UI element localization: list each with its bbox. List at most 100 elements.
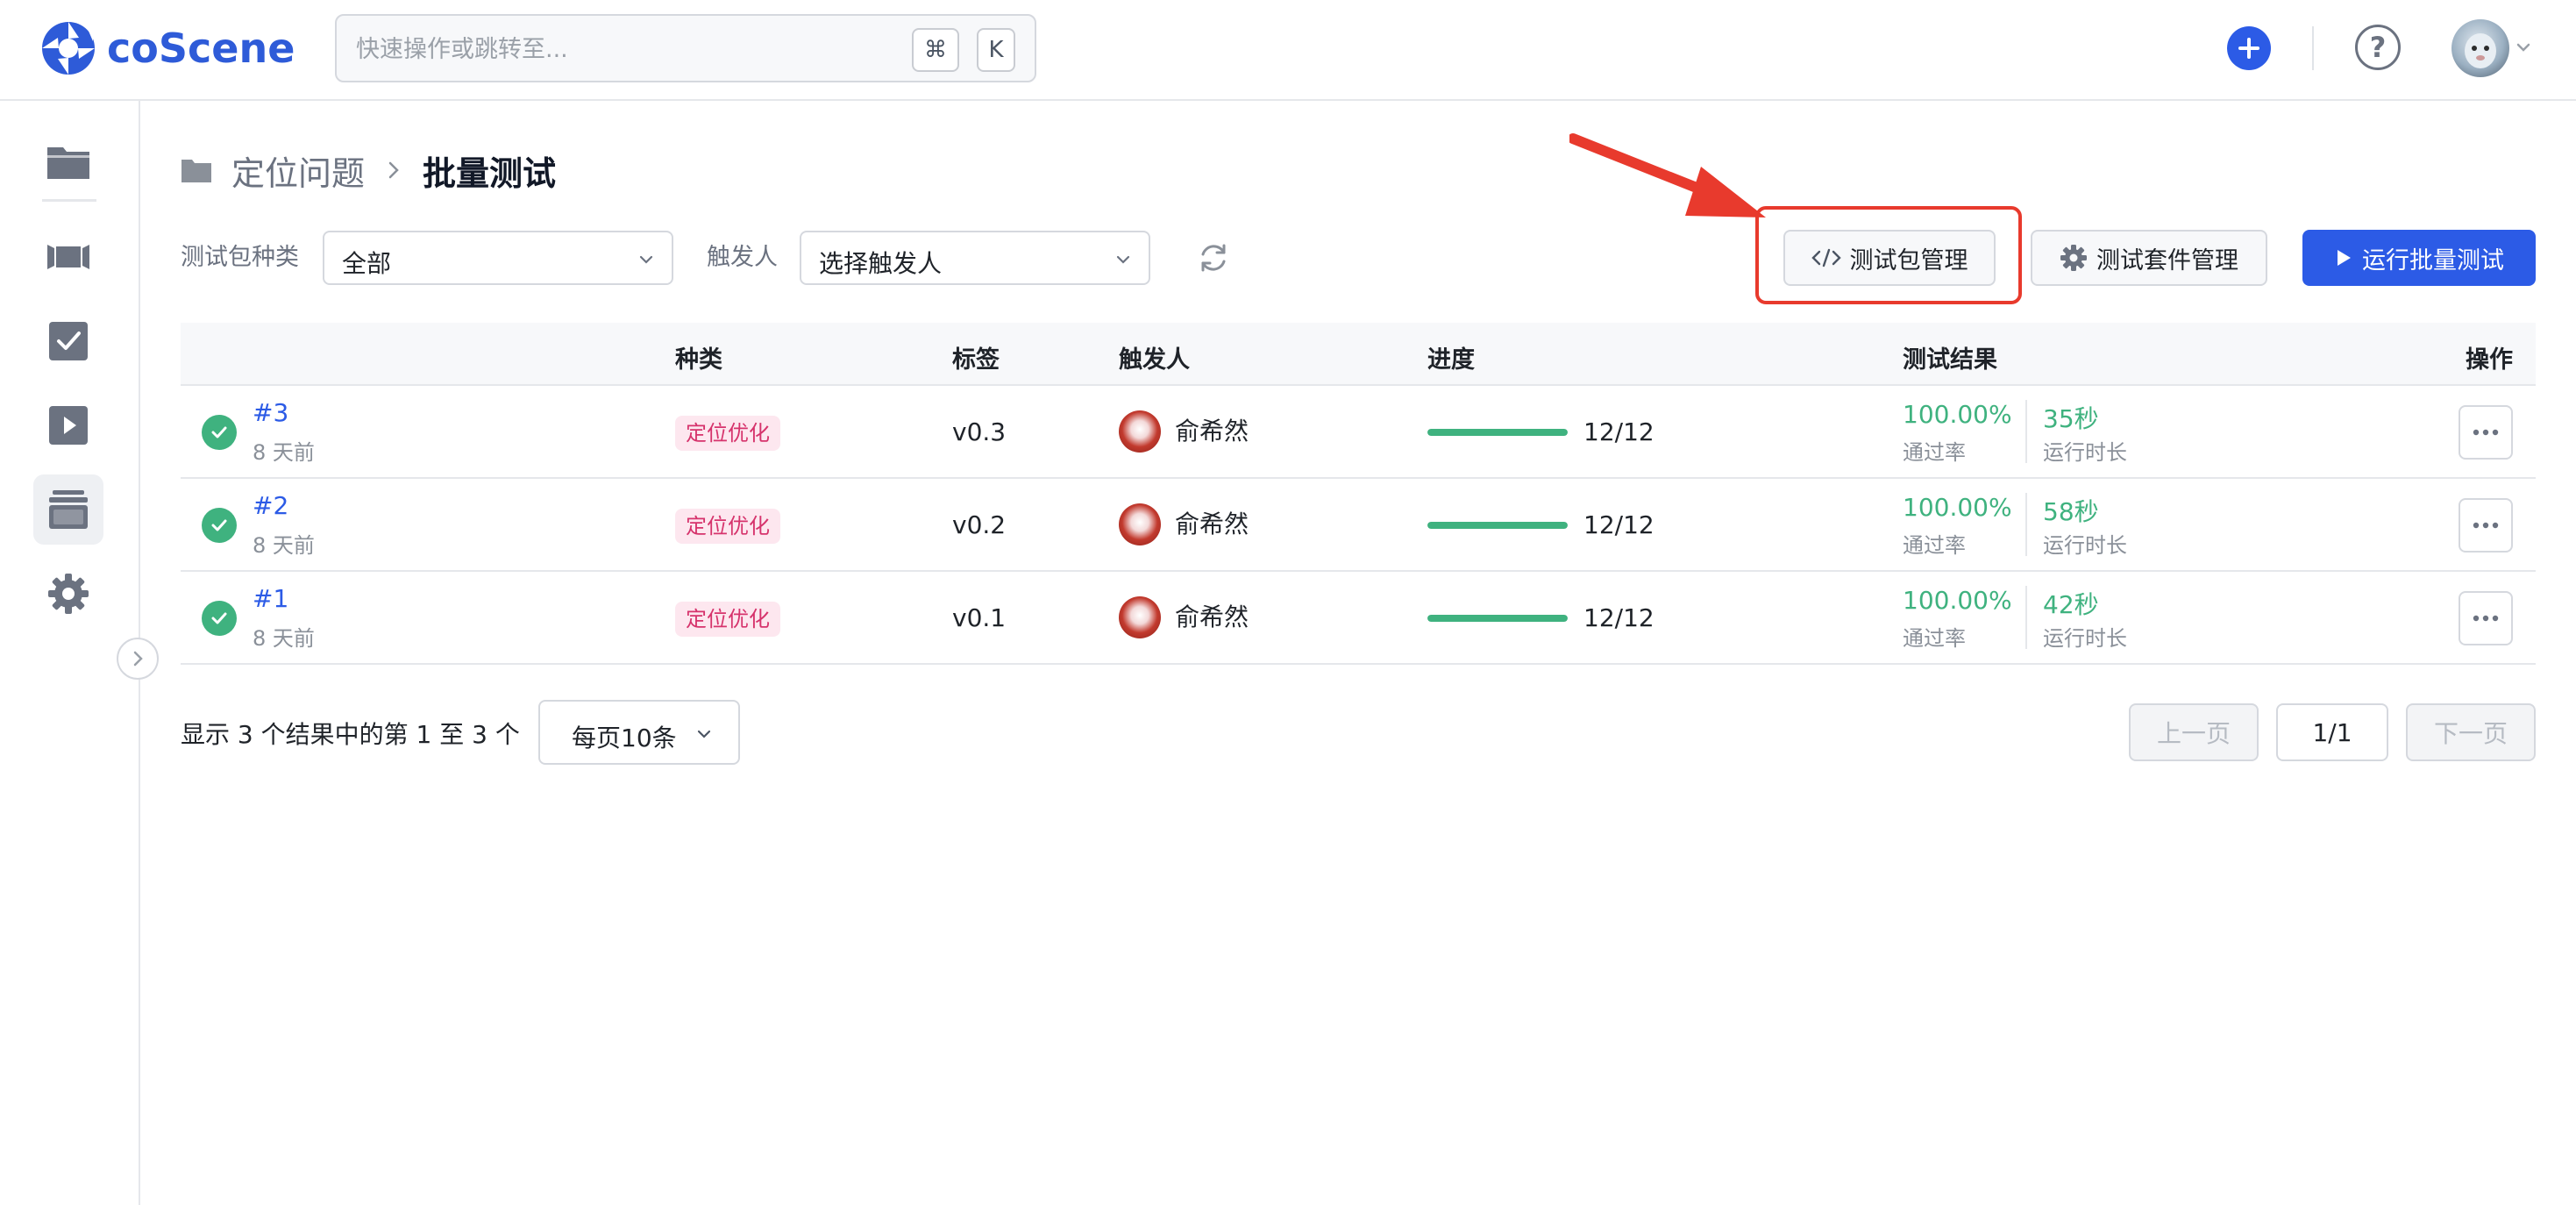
plus-icon <box>2238 38 2259 59</box>
tag-value: v0.1 <box>952 603 1007 632</box>
sidebar-item-settings[interactable] <box>33 559 103 629</box>
header-tag: 标签 <box>952 346 1000 374</box>
play-icon <box>49 406 88 445</box>
chevron-down-icon <box>697 730 711 738</box>
result-divider <box>2025 400 2027 463</box>
gear-icon <box>48 574 89 614</box>
result-divider <box>2025 586 2027 649</box>
pass-rate-label: 通过率 <box>1903 440 1966 465</box>
trigger-name: 俞希然 <box>1175 417 1249 446</box>
progress-fill <box>1427 429 1568 436</box>
suite-manage-button[interactable]: 测试套件管理 <box>2031 230 2267 286</box>
header-actions: 操作 <box>2466 346 2513 374</box>
ellipsis-icon <box>2473 615 2499 622</box>
duration: 42秒 <box>2043 590 2099 619</box>
run-batch-test-button[interactable]: 运行批量测试 <box>2302 230 2536 286</box>
sidebar-collapse-button[interactable] <box>117 638 159 680</box>
page-title: 批量测试 <box>423 153 557 193</box>
table-row[interactable]: #1 8 天前 定位优化 v0.1 俞希然 12/12 100.00% 通过率 … <box>181 572 2536 665</box>
trigger-name: 俞希然 <box>1175 510 1249 538</box>
run-time: 8 天前 <box>253 440 315 465</box>
pass-rate: 100.00% <box>1903 586 2012 615</box>
package-manage-label: 测试包管理 <box>1849 246 1968 275</box>
sidebar-item-batch-test[interactable] <box>33 474 103 545</box>
command-search[interactable]: ⌘ K <box>335 14 1036 82</box>
help-button[interactable]: ? <box>2355 25 2401 70</box>
duration: 58秒 <box>2043 497 2099 526</box>
ellipsis-icon <box>2473 522 2499 529</box>
header-divider <box>2312 26 2314 70</box>
kind-badge: 定位优化 <box>675 509 780 544</box>
duration-label: 运行时长 <box>2043 626 2127 651</box>
success-check-icon <box>202 415 237 450</box>
shortcut-cmd-key: ⌘ <box>912 28 959 72</box>
success-check-icon <box>202 508 237 543</box>
table-header: 种类 标签 触发人 进度 测试结果 操作 <box>181 323 2536 386</box>
code-icon <box>1811 248 1841 267</box>
duration-label: 运行时长 <box>2043 440 2127 465</box>
package-type-label: 测试包种类 <box>181 244 299 271</box>
sidebar-item-tasks[interactable] <box>33 306 103 376</box>
pass-rate: 100.00% <box>1903 400 2012 429</box>
chevron-right-icon <box>388 161 399 179</box>
checkbox-icon <box>49 322 88 360</box>
table-row[interactable]: #2 8 天前 定位优化 v0.2 俞希然 12/12 100.00% 通过率 … <box>181 479 2536 572</box>
folder-icon <box>47 147 89 179</box>
chevron-down-icon <box>1116 255 1130 264</box>
chevron-down-icon[interactable] <box>2513 37 2534 58</box>
success-check-icon <box>202 601 237 636</box>
ellipsis-icon <box>2473 429 2499 436</box>
trigger-select[interactable]: 选择触发人 <box>800 231 1150 285</box>
table-row[interactable]: #3 8 天前 定位优化 v0.3 俞希然 12/12 100.00% 通过率 … <box>181 386 2536 479</box>
run-id-link[interactable]: #2 <box>253 491 288 520</box>
progress-bar <box>1427 429 1568 436</box>
tag-value: v0.3 <box>952 417 1007 446</box>
package-type-select[interactable]: 全部 <box>323 231 673 285</box>
prev-page-button[interactable]: 上一页 <box>2129 703 2259 761</box>
refresh-icon[interactable] <box>1196 240 1231 275</box>
trigger-avatar <box>1119 503 1161 545</box>
batch-test-table: 种类 标签 触发人 进度 测试结果 操作 #3 8 天前 定位优化 v0.3 俞… <box>181 323 2536 665</box>
progress-bar <box>1427 615 1568 622</box>
trigger-avatar <box>1119 596 1161 638</box>
per-page-value: 每页10条 <box>572 724 677 752</box>
package-type-value: 全部 <box>342 249 392 278</box>
breadcrumb: 定位问题 批量测试 <box>181 144 556 196</box>
run-id-link[interactable]: #3 <box>253 398 288 427</box>
run-id-link[interactable]: #1 <box>253 584 288 613</box>
kind-badge: 定位优化 <box>675 416 780 451</box>
more-actions-button[interactable] <box>2459 591 2513 645</box>
breadcrumb-parent[interactable]: 定位问题 <box>231 146 365 195</box>
per-page-select[interactable]: 每页10条 <box>538 700 740 765</box>
brand-logo[interactable]: coScene <box>40 19 295 77</box>
avatar-image <box>2465 33 2496 68</box>
sidebar-item-scenes[interactable] <box>33 222 103 292</box>
search-input[interactable] <box>356 28 865 70</box>
page-indicator: 1/1 <box>2276 703 2388 761</box>
results-summary: 显示 3 个结果中的第 1 至 3 个 <box>181 720 520 749</box>
progress-bar <box>1427 522 1568 529</box>
progress-text: 12/12 <box>1583 603 1654 632</box>
sidebar-separator <box>42 199 96 202</box>
trigger-label: 触发人 <box>707 244 778 271</box>
header-kind: 种类 <box>675 346 722 374</box>
package-manage-button[interactable]: 测试包管理 <box>1783 230 1996 286</box>
suite-manage-label: 测试套件管理 <box>2096 246 2238 275</box>
run-batch-test-label: 运行批量测试 <box>2362 246 2504 275</box>
chevron-right-icon <box>133 651 143 667</box>
user-avatar[interactable] <box>2451 19 2509 77</box>
result-divider <box>2025 493 2027 556</box>
add-button[interactable] <box>2227 26 2271 70</box>
trigger-avatar <box>1119 410 1161 453</box>
sidebar-item-records[interactable] <box>33 127 103 197</box>
more-actions-button[interactable] <box>2459 405 2513 460</box>
archive-icon <box>49 490 88 529</box>
folder-icon <box>181 160 211 182</box>
tag-value: v0.2 <box>952 510 1007 539</box>
next-page-button[interactable]: 下一页 <box>2406 703 2536 761</box>
play-icon <box>2338 250 2351 266</box>
question-icon: ? <box>2369 31 2387 64</box>
sidebar-item-playback[interactable] <box>33 390 103 460</box>
pass-rate-label: 通过率 <box>1903 533 1966 558</box>
more-actions-button[interactable] <box>2459 498 2513 553</box>
